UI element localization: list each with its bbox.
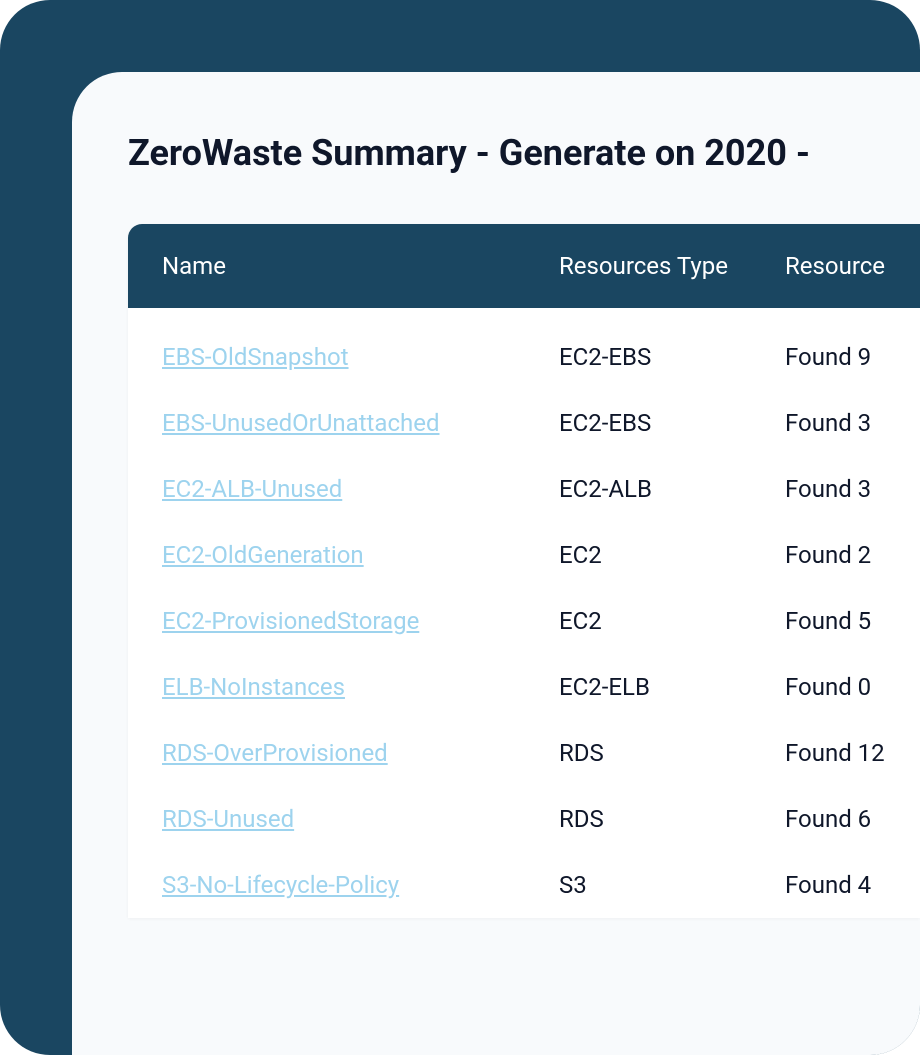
resource-result: Found 0 [785, 673, 871, 701]
table-row: RDS-OverProvisioned RDS Found 12 [162, 720, 886, 786]
resource-result: Found 4 [785, 871, 871, 899]
header-result: Resource [785, 252, 885, 280]
table-row: RDS-Unused RDS Found 6 [162, 786, 886, 852]
resource-result: Found 9 [785, 343, 871, 371]
table-row: EC2-ProvisionedStorage EC2 Found 5 [162, 588, 886, 654]
resource-name-link[interactable]: EC2-OldGeneration [162, 541, 364, 569]
resource-name-link[interactable]: EC2-ProvisionedStorage [162, 607, 419, 635]
resource-name-link[interactable]: EBS-OldSnapshot [162, 343, 349, 371]
page-title: ZeroWaste Summary - Generate on 2020 - [128, 132, 920, 174]
resource-result: Found 6 [785, 805, 871, 833]
table-row: EBS-UnusedOrUnattached EC2-EBS Found 3 [162, 390, 886, 456]
resource-name-link[interactable]: RDS-Unused [162, 805, 294, 833]
header-type: Resources Type [559, 252, 785, 280]
resource-result: Found 5 [785, 607, 871, 635]
resource-type: RDS [559, 739, 785, 767]
summary-table: Name Resources Type Resource EBS-OldSnap… [128, 224, 920, 918]
table-row: S3-No-Lifecycle-Policy S3 Found 4 [162, 852, 886, 918]
resource-type: EC2-EBS [559, 343, 785, 371]
resource-result: Found 12 [785, 739, 885, 767]
table-row: EC2-OldGeneration EC2 Found 2 [162, 522, 886, 588]
resource-type: S3 [559, 871, 785, 899]
table-row: EC2-ALB-Unused EC2-ALB Found 3 [162, 456, 886, 522]
resource-name-link[interactable]: EC2-ALB-Unused [162, 475, 342, 503]
resource-result: Found 3 [785, 409, 871, 437]
resource-name-link[interactable]: EBS-UnusedOrUnattached [162, 409, 440, 437]
resource-type: EC2-ELB [559, 673, 785, 701]
resource-type: EC2 [559, 607, 785, 635]
table-row: ELB-NoInstances EC2-ELB Found 0 [162, 654, 886, 720]
resource-result: Found 3 [785, 475, 871, 503]
table-header: Name Resources Type Resource [128, 224, 920, 308]
resource-type: RDS [559, 805, 785, 833]
resource-name-link[interactable]: ELB-NoInstances [162, 673, 345, 701]
report-card: ZeroWaste Summary - Generate on 2020 - N… [72, 72, 920, 1055]
resource-name-link[interactable]: RDS-OverProvisioned [162, 739, 388, 767]
resource-type: EC2 [559, 541, 785, 569]
table-row: EBS-OldSnapshot EC2-EBS Found 9 [162, 324, 886, 390]
resource-type: EC2-EBS [559, 409, 785, 437]
table-body: EBS-OldSnapshot EC2-EBS Found 9 EBS-Unus… [128, 308, 920, 918]
resource-name-link[interactable]: S3-No-Lifecycle-Policy [162, 871, 399, 899]
outer-container: ZeroWaste Summary - Generate on 2020 - N… [0, 0, 920, 1055]
resource-result: Found 2 [785, 541, 871, 569]
resource-type: EC2-ALB [559, 475, 785, 503]
header-name: Name [162, 252, 559, 280]
